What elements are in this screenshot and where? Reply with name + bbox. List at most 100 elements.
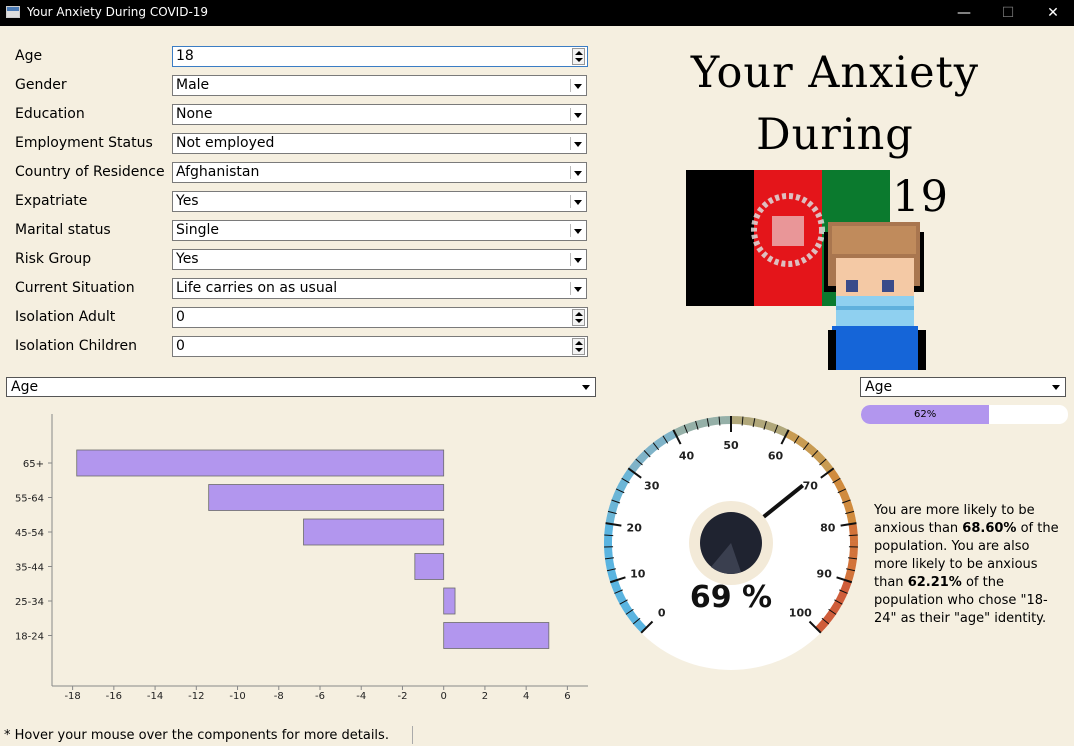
gauge-arc-segment	[695, 419, 704, 429]
chevron-down-icon[interactable]	[570, 282, 584, 295]
x-tick-label: 2	[482, 691, 488, 700]
age-spin-arrows-icon[interactable]	[572, 48, 585, 65]
gauge-arc-segment	[614, 589, 625, 599]
gauge-arc-segment	[604, 552, 613, 559]
compare-category-select[interactable]: Age	[860, 377, 1066, 397]
x-tick-label: -14	[147, 691, 163, 700]
gauge-arc-segment	[678, 424, 688, 435]
chevron-down-icon[interactable]	[570, 224, 584, 237]
gauge-arc-segment	[648, 442, 659, 453]
risk-label: Risk Group	[15, 251, 92, 267]
age-bar-chart[interactable]: 65+ 55-64 45-54 35-44 25-34 18-24 -18 -16 -14 -12…	[0, 400, 600, 700]
spin-arrows-icon[interactable]	[572, 338, 585, 355]
gauge-tick-label: 100	[789, 606, 812, 619]
gender-select[interactable]: Male	[172, 75, 587, 96]
chart-category-select[interactable]: Age	[6, 377, 596, 397]
gauge-arc-segment	[837, 590, 848, 600]
gauge-arc-segment	[684, 422, 693, 433]
marital-label: Marital status	[15, 222, 111, 238]
gauge-arc-segment	[840, 494, 851, 503]
footnote: * Hover your mouse over the components f…	[4, 728, 389, 743]
gauge-arc-segment	[604, 528, 613, 536]
chevron-down-icon[interactable]	[570, 166, 584, 179]
gauge-arc-segment	[847, 563, 857, 571]
gauge-tick	[848, 534, 858, 537]
gauge-tick-label: 60	[768, 450, 784, 463]
close-button[interactable]: ✕	[1030, 0, 1074, 26]
maximize-button[interactable]: ☐	[985, 0, 1031, 26]
window-titlebar: Your Anxiety During COVID-19 — ☐ ✕	[0, 0, 1074, 26]
x-tick-label: -4	[356, 691, 366, 700]
situation-select[interactable]: Life carries on as usual	[172, 278, 587, 299]
chevron-down-icon[interactable]	[570, 108, 584, 121]
progress-fill: 62%	[861, 405, 990, 424]
iso-adult-spinbox[interactable]: 0	[172, 307, 588, 328]
gauge-arc-segment	[774, 424, 784, 435]
risk-select[interactable]: Yes	[172, 249, 587, 270]
spin-arrows-icon[interactable]	[572, 309, 585, 326]
gauge-arc-segment	[742, 416, 750, 426]
gauge-arc-segment	[612, 584, 622, 594]
iso-children-value: 0	[176, 338, 185, 354]
chart-category-value: Age	[11, 379, 39, 395]
gauge-arc-segment	[833, 478, 844, 488]
gauge-tick-label: 30	[644, 479, 660, 492]
situation-value: Life carries on as usual	[176, 280, 338, 296]
marital-value: Single	[176, 222, 220, 238]
gauge-arc-segment	[818, 618, 829, 629]
gauge-arc-segment	[835, 595, 846, 605]
gauge-arc-segment	[829, 605, 840, 615]
chevron-down-icon[interactable]	[580, 381, 592, 393]
result-group-percent: 62.21%	[907, 575, 962, 590]
chevron-down-icon[interactable]	[570, 195, 584, 208]
gauge-arc-segment	[769, 422, 779, 433]
gauge-value-label: 69 %	[690, 580, 772, 615]
country-select[interactable]: Afghanistan	[172, 162, 587, 183]
employment-select[interactable]: Not employed	[172, 133, 587, 154]
gauge-arc-segment	[820, 459, 831, 469]
chevron-down-icon[interactable]	[570, 79, 584, 92]
y-tick-label: 55-64	[15, 494, 44, 505]
gauge-arc-segment	[849, 529, 858, 536]
gauge-arc-segment	[604, 557, 614, 565]
anxiety-gauge[interactable]: 0 10 20 30 40 50 60 70 80 90 100 69 %	[600, 412, 862, 674]
iso-children-spinbox[interactable]: 0	[172, 336, 588, 357]
y-tick-label: 18-24	[15, 632, 44, 643]
gauge-arc-segment	[825, 609, 837, 620]
bar	[76, 449, 445, 477]
marital-select[interactable]: Single	[172, 220, 587, 241]
x-tick-label: 6	[564, 691, 570, 700]
gauge-arc-segment	[747, 417, 756, 427]
gauge-arc-segment	[639, 450, 650, 461]
age-spinbox[interactable]: 18	[172, 46, 588, 67]
gauge-arc-segment	[607, 505, 618, 514]
minimize-button[interactable]: —	[941, 0, 987, 26]
bar	[303, 518, 445, 546]
gauge-arc-segment	[846, 511, 856, 520]
gauge-arc-segment	[832, 600, 843, 610]
gauge-tick-label: 70	[803, 479, 819, 492]
gauge-arc-segment	[848, 557, 857, 566]
gauge-tick-label: 50	[723, 439, 739, 452]
x-tick-label: -6	[315, 691, 325, 700]
result-description: You are more likely to be anxious than 6…	[874, 502, 1066, 628]
gauge-arc-segment	[753, 418, 761, 428]
x-tick-label: -10	[229, 691, 245, 700]
bar	[414, 553, 445, 580]
chevron-down-icon[interactable]	[570, 137, 584, 150]
chevron-down-icon[interactable]	[570, 253, 584, 266]
gauge-arc-segment	[803, 442, 814, 453]
country-value: Afghanistan	[176, 164, 260, 180]
gauge-arc-segment	[605, 563, 615, 571]
gender-label: Gender	[15, 77, 67, 93]
x-tick-label: -8	[274, 691, 284, 700]
gauge-arc-segment	[836, 483, 847, 493]
gauge-arc-segment	[799, 439, 810, 450]
gauge-arc-segment	[758, 419, 767, 429]
gauge-tick-label: 40	[679, 450, 695, 463]
gauge-arc-segment	[816, 454, 827, 465]
education-select[interactable]: None	[172, 104, 587, 125]
expatriate-select[interactable]: Yes	[172, 191, 587, 212]
chevron-down-icon[interactable]	[1050, 381, 1062, 393]
gauge-tick-label: 90	[817, 567, 833, 580]
